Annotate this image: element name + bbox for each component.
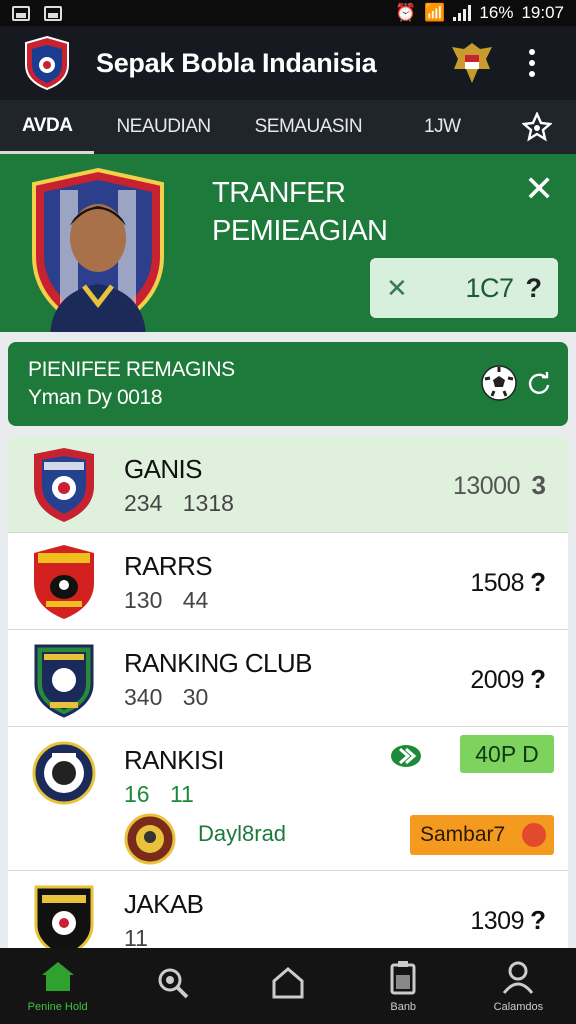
tab-bar: AVDA NEAUDIAN SEMAUASIN 1JW <box>0 100 576 154</box>
clipboard-icon <box>390 961 416 995</box>
status-bar: ⏰ 📶 16% 19:07 <box>0 0 576 26</box>
battery-level: 16% <box>479 3 514 22</box>
status-badge-orange[interactable]: Sambar7 <box>410 815 554 855</box>
overflow-menu-icon[interactable] <box>512 43 552 83</box>
player-photo <box>32 167 164 332</box>
clock: 19:07 <box>521 3 564 22</box>
club-stats: 130 44 <box>124 587 209 613</box>
nav-home-label: Penine Hold <box>27 1001 88 1013</box>
hero-title: TRANFER PEMIEAGIAN <box>212 174 388 250</box>
nav-profile[interactable]: Calamdos <box>461 948 576 1024</box>
alarm-icon: ⏰ <box>395 3 417 22</box>
signal-icon <box>453 5 472 21</box>
tab-avda[interactable]: AVDA <box>0 100 95 154</box>
club-points: 2009 <box>470 666 524 694</box>
info-question-icon[interactable]: ? <box>530 905 546 936</box>
club-crest-icon <box>32 741 96 805</box>
transfer-arrow-icon[interactable] <box>390 743 422 769</box>
house-outline-icon <box>272 967 304 999</box>
list-item[interactable]: RARRS 130 44 1508 ? <box>8 533 568 630</box>
club-ranking-list: GANIS 234 1318 13000 3 RARRS 130 44 1508… <box>8 436 568 948</box>
medal-icon <box>158 968 189 999</box>
app-title: Sepak Bobla Indanisia <box>96 47 377 78</box>
hero-value-box[interactable]: ✕ 1C7 ? <box>370 258 558 318</box>
list-item[interactable]: GANIS 234 1318 13000 3 <box>8 436 568 533</box>
list-item[interactable]: JAKAB 11 1309 ? <box>8 871 568 948</box>
hero-title-line2: PEMIEAGIAN <box>212 215 388 247</box>
club-name: RARRS <box>124 551 213 581</box>
nav-bank-label: Banb <box>390 1001 417 1013</box>
nav-profile-label: Calamdos <box>493 1001 544 1013</box>
transfer-hero-card[interactable]: TRANFER PEMIEAGIAN ✕ ✕ 1C7 ? <box>0 154 576 332</box>
list-item[interactable]: RANKISI 16 11 40P D Dayl8rad Sambar7 <box>8 727 568 871</box>
nav-stadium[interactable] <box>230 948 345 1024</box>
club-question: 3 <box>531 470 546 500</box>
tab-semauasin[interactable]: SEMAUASIN <box>233 100 384 154</box>
club-points: 1309 <box>470 907 524 935</box>
club-crest-icon <box>34 644 94 718</box>
club-name: RANKING CLUB <box>124 648 312 678</box>
club-points: 1508 <box>470 569 524 597</box>
hero-question: ? <box>525 272 543 303</box>
club-points: 13000 <box>452 472 521 500</box>
list-item[interactable]: RANKING CLUB 340 30 2009 ? <box>8 630 568 727</box>
nav-rankings[interactable] <box>115 948 230 1024</box>
app-bar: Sepak Bobla Indanisia <box>0 26 576 100</box>
dismiss-icon[interactable]: ✕ <box>386 273 408 304</box>
bottom-navigation: Penine Hold Banb Calamdos <box>0 948 576 1024</box>
club-name: RANKISI <box>124 745 224 775</box>
garuda-emblem-icon <box>452 43 492 83</box>
banner-subtitle: Yman Dy 0018 <box>28 386 163 409</box>
tab-1jw[interactable]: 1JW <box>384 100 483 154</box>
hero-value: 1C7 <box>465 272 514 303</box>
tab-neaudian[interactable]: NEAUDIAN <box>94 100 232 154</box>
close-icon[interactable]: ✕ <box>524 171 554 207</box>
club-crest-icon <box>34 545 94 619</box>
soccer-ball-icon[interactable] <box>480 364 518 402</box>
club-crest-icon <box>34 448 94 522</box>
banner-title: PIENIFEE REMAGINS <box>28 358 235 381</box>
badge-label: Sambar7 <box>420 823 506 846</box>
club-name: JAKAB <box>124 889 204 919</box>
info-banner[interactable]: PIENIFEE REMAGINS Yman Dy 0018 <box>8 342 568 426</box>
refresh-icon[interactable] <box>526 370 552 396</box>
gallery-notification-icon-2 <box>44 5 62 21</box>
club-stats: 11 <box>124 925 148 948</box>
nav-bank[interactable]: Banb <box>346 948 461 1024</box>
club-stats: 16 11 <box>124 781 194 807</box>
app-logo-icon[interactable] <box>24 35 70 91</box>
club-crest-icon <box>34 885 94 948</box>
player-avatar <box>124 813 176 865</box>
gallery-notification-icon <box>12 5 30 21</box>
star-icon[interactable] <box>522 112 552 142</box>
club-stats: 340 30 <box>124 684 209 710</box>
user-icon <box>503 961 534 994</box>
home-icon <box>41 962 74 991</box>
status-badge-green[interactable]: 40P D <box>460 735 554 773</box>
info-question-icon[interactable]: ? <box>530 664 546 695</box>
alert-dot-icon <box>522 823 546 847</box>
player-name: Dayl8rad <box>198 821 287 846</box>
hero-title-line1: TRANFER <box>212 177 346 209</box>
info-question-icon[interactable]: ? <box>530 567 546 598</box>
nav-home[interactable]: Penine Hold <box>0 948 115 1024</box>
club-stats: 234 1318 <box>124 490 234 516</box>
wifi-icon: 📶 <box>424 3 446 22</box>
club-name: GANIS <box>124 454 203 484</box>
